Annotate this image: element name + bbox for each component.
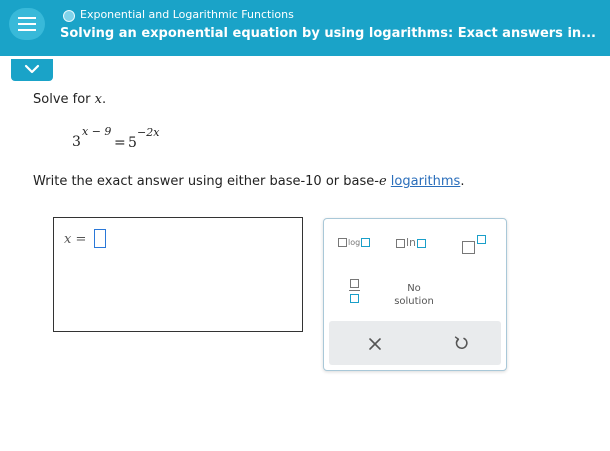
log-label: log: [348, 238, 361, 247]
instruction-part: Write the exact answer using either base…: [33, 174, 379, 189]
exponent-base-icon: [462, 241, 475, 254]
menu-icon-line: [18, 17, 36, 19]
fraction-numerator-icon: [350, 279, 359, 288]
ln-label: ln: [406, 236, 417, 249]
answer-area: x =: [53, 217, 303, 332]
exponent-power-icon: [477, 235, 486, 244]
problem-prompt: Solve for x.: [33, 92, 106, 107]
equals-sign: =: [114, 135, 126, 151]
menu-icon-line: [18, 23, 36, 25]
menu-icon-line: [18, 29, 36, 31]
fraction-bar-icon: [349, 290, 360, 291]
instruction-text: Write the exact answer using either base…: [33, 174, 464, 189]
left-base: 3: [72, 134, 81, 150]
undo-icon: [454, 336, 468, 349]
menu-button[interactable]: [9, 8, 45, 40]
prompt-end: .: [102, 92, 107, 107]
page-title: Solving an exponential equation by using…: [60, 26, 596, 41]
header-bar: Exponential and Logarithmic Functions So…: [0, 0, 610, 56]
instruction-end: .: [460, 174, 465, 189]
answer-label: x =: [64, 232, 86, 247]
log-key[interactable]: log: [338, 238, 371, 247]
ln-arg-slot-icon: [417, 238, 427, 248]
instruction-e: e: [378, 174, 387, 189]
answer-input[interactable]: [94, 229, 106, 248]
log-arg-slot-icon: [361, 238, 371, 247]
right-exponent: −2x: [137, 126, 160, 139]
prompt-variable: x: [94, 92, 102, 107]
logarithms-link[interactable]: logarithms: [391, 174, 461, 189]
topic-label: Exponential and Logarithmic Functions: [80, 8, 294, 21]
log-base-slot-icon: [338, 238, 347, 247]
ln-slot-icon: [396, 238, 405, 248]
prompt-text: Solve for: [33, 92, 95, 107]
left-exponent: x − 9: [82, 125, 112, 138]
keypad-action-row: [329, 321, 501, 365]
topic-status-icon: [63, 10, 75, 22]
math-keypad: log ln No solution: [323, 218, 507, 371]
chevron-down-icon: [24, 64, 40, 74]
no-solution-line2: solution: [394, 296, 434, 307]
undo-button[interactable]: [452, 334, 470, 352]
answer-variable: x: [64, 232, 72, 247]
fraction-key[interactable]: [349, 279, 361, 309]
exponent-key[interactable]: [462, 233, 488, 255]
answer-equals: =: [75, 232, 87, 247]
ln-key[interactable]: ln: [396, 236, 427, 249]
clear-button[interactable]: [366, 335, 384, 353]
no-solution-line1: No: [407, 283, 421, 294]
x-icon: [369, 338, 381, 350]
fraction-denominator-icon: [350, 294, 359, 303]
right-base: 5: [128, 135, 137, 151]
no-solution-button[interactable]: No solution: [386, 282, 442, 308]
collapse-button[interactable]: [11, 59, 53, 81]
